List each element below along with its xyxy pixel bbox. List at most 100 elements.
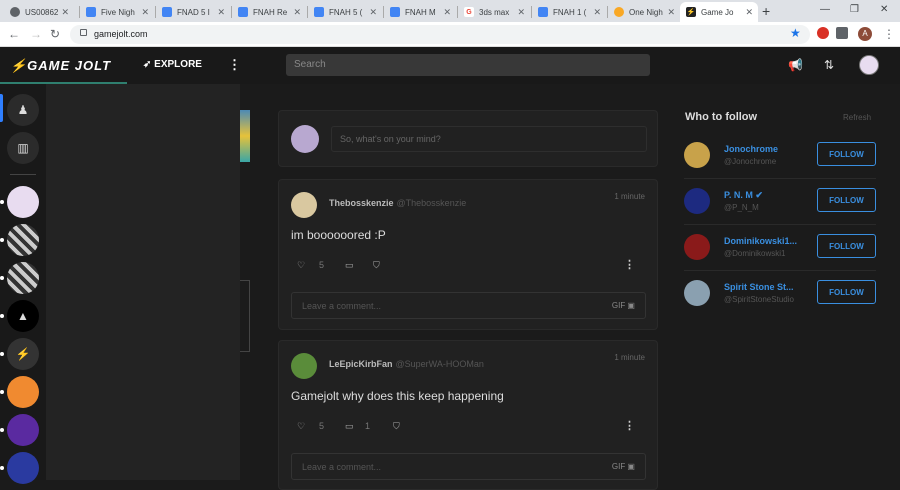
doc-icon [538, 7, 548, 17]
comment-icon[interactable]: ▭ [345, 421, 354, 432]
new-tab-button[interactable]: + [762, 3, 770, 19]
compass-icon: ➶ [143, 59, 155, 70]
comment-icon[interactable]: ▭ [345, 260, 354, 271]
feed-post: Thebosskenzie @Thebosskenzie 1 minute im … [278, 179, 658, 330]
suggested-user: P. N. M ✔ @P_N_M FOLLOW [684, 188, 876, 228]
close-tab-icon[interactable]: ✕ [293, 7, 301, 18]
unread-dot [0, 428, 4, 432]
close-tab-icon[interactable]: ✕ [141, 7, 149, 18]
browser-tab[interactable]: FNAH 5 ( ✕ [308, 2, 382, 22]
follow-button[interactable]: FOLLOW [817, 188, 876, 212]
forward-icon[interactable]: → [30, 27, 42, 41]
doc-icon [162, 7, 172, 17]
like-icon[interactable]: ♡ [297, 421, 305, 432]
search-input[interactable]: Search [286, 54, 650, 76]
user-avatar[interactable] [859, 55, 879, 75]
maximize-button[interactable]: ❐ [850, 4, 859, 15]
close-tab-icon[interactable]: ✕ [217, 7, 225, 18]
url-text[interactable]: gamejolt.com [94, 29, 148, 39]
community-avatar[interactable] [7, 376, 39, 408]
close-window-button[interactable]: ✕ [880, 4, 888, 15]
post-more-icon[interactable]: ⋮ [624, 258, 635, 271]
user-avatar[interactable] [684, 234, 710, 260]
author-avatar[interactable] [291, 192, 317, 218]
community-avatar[interactable] [7, 452, 39, 484]
post-more-icon[interactable]: ⋮ [624, 419, 635, 432]
user-name[interactable]: P. N. M ✔ [724, 190, 763, 201]
gif-image-icons[interactable]: GIF ▣ [612, 462, 635, 471]
compose-input[interactable]: So, what's on your mind? [331, 126, 647, 152]
compose-box: So, what's on your mind? [278, 110, 658, 167]
community-avatar[interactable] [7, 224, 39, 256]
doc-icon [238, 7, 248, 17]
user-name[interactable]: Spirit Stone St... [724, 282, 794, 292]
community-avatar[interactable] [7, 262, 39, 294]
comment-input[interactable]: Leave a comment... GIF ▣ [291, 292, 646, 319]
browser-tab-active[interactable]: ⚡ Game Jo ✕ [680, 2, 758, 22]
like-icon[interactable]: ♡ [297, 260, 305, 271]
user-avatar[interactable] [684, 188, 710, 214]
who-to-follow-title: Who to follow [685, 111, 758, 123]
browser-tab[interactable]: FNAD 5 I ✕ [156, 2, 230, 22]
user-name[interactable]: Dominikowski1... [724, 236, 797, 246]
doc-icon [314, 7, 324, 17]
user-avatar [291, 125, 319, 153]
browser-tab[interactable]: US00862 ✕ [4, 2, 74, 22]
bookmark-star-icon[interactable]: ★ [790, 26, 801, 40]
user-avatar[interactable] [684, 142, 710, 168]
close-tab-icon[interactable]: ✕ [61, 7, 69, 18]
share-icon[interactable]: ⛉ [393, 421, 400, 432]
more-menu-icon[interactable]: ⋮ [228, 57, 241, 73]
community-avatar[interactable] [7, 414, 39, 446]
close-tab-icon[interactable]: ✕ [667, 7, 675, 18]
profile-avatar[interactable]: A [858, 27, 872, 41]
gamejolt-logo[interactable]: ⚡GAME JOLT [10, 58, 111, 74]
community-avatar[interactable]: ▲ [7, 300, 39, 332]
chrome-menu-icon[interactable]: ⋮ [883, 27, 895, 41]
address-bar[interactable] [70, 25, 810, 44]
activity-icon[interactable]: ♟ [7, 94, 39, 126]
author-avatar[interactable] [291, 353, 317, 379]
browser-tab[interactable]: FNAH M ✕ [384, 2, 456, 22]
minimize-button[interactable]: — [820, 4, 830, 15]
post-author[interactable]: LeEpicKirbFan @SuperWA-HOOMan [329, 359, 484, 369]
refresh-link[interactable]: Refresh [843, 113, 871, 122]
puzzle-icon[interactable] [836, 27, 848, 39]
unread-dot [0, 314, 4, 318]
reload-icon[interactable]: ↻ [50, 27, 60, 41]
friends-icon[interactable]: ⇅ [824, 58, 834, 72]
browser-tab[interactable]: FNAH 1 ( ✕ [532, 2, 606, 22]
explore-link[interactable]: ➶ EXPLORE [143, 59, 202, 70]
close-tab-icon[interactable]: ✕ [443, 7, 451, 18]
browser-tab[interactable]: Five Nigh ✕ [80, 2, 154, 22]
close-tab-icon[interactable]: ✕ [745, 7, 753, 18]
browser-tab[interactable]: One Nigh ✕ [608, 2, 680, 22]
browser-tab[interactable]: FNAH Re ✕ [232, 2, 306, 22]
lock-icon[interactable] [80, 29, 87, 36]
divider [684, 178, 876, 179]
follow-button[interactable]: FOLLOW [817, 142, 876, 166]
share-icon[interactable]: ⛉ [373, 260, 380, 271]
close-tab-icon[interactable]: ✕ [369, 7, 377, 18]
unread-dot [0, 466, 4, 470]
post-author[interactable]: Thebosskenzie @Thebosskenzie [329, 198, 466, 208]
community-avatar[interactable]: ⚡ [7, 338, 39, 370]
community-avatar[interactable] [7, 186, 39, 218]
library-icon[interactable]: ▥ [7, 132, 39, 164]
browser-tab[interactable]: G 3ds max ✕ [458, 2, 530, 22]
close-tab-icon[interactable]: ✕ [517, 7, 525, 18]
gif-image-icons[interactable]: GIF ▣ [612, 301, 635, 310]
comment-input[interactable]: Leave a comment... GIF ▣ [291, 453, 646, 480]
extension-icon[interactable] [817, 27, 829, 39]
divider [684, 224, 876, 225]
close-tab-icon[interactable]: ✕ [593, 7, 601, 18]
like-count: 5 [319, 260, 325, 270]
megaphone-icon[interactable]: 📢 [788, 58, 803, 72]
follow-button[interactable]: FOLLOW [817, 280, 876, 304]
follow-button[interactable]: FOLLOW [817, 234, 876, 258]
back-icon[interactable]: ← [8, 27, 20, 41]
globe-icon [10, 7, 20, 17]
user-name[interactable]: Jonochrome [724, 144, 778, 154]
user-avatar[interactable] [684, 280, 710, 306]
verified-icon: ✔ [755, 190, 763, 200]
